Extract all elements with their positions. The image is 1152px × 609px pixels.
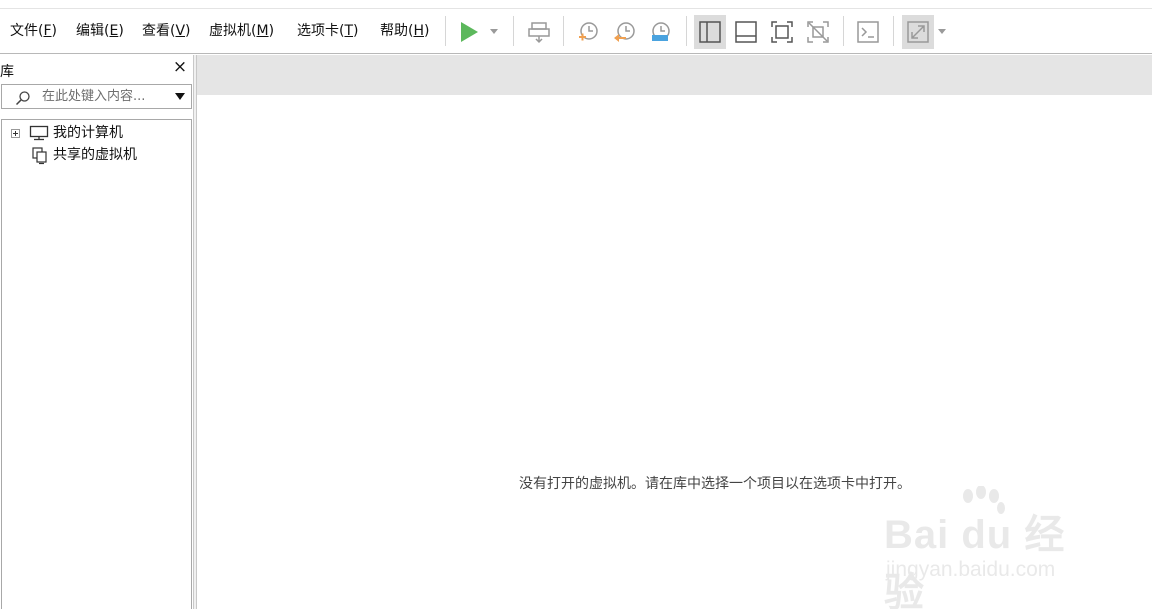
toolbar-separator: [686, 16, 687, 46]
unity-button[interactable]: [802, 15, 834, 49]
menu-toolbar: 文件(F) 编辑(E) 查看(V) 虚拟机(M) 选项卡(T) 帮助(H): [0, 8, 1152, 54]
snapshot-manager-button[interactable]: [644, 15, 676, 49]
menu-tabs[interactable]: 选项卡(T): [297, 20, 359, 42]
power-dropdown-arrow[interactable]: [490, 29, 498, 34]
computer-icon: [29, 125, 49, 141]
tree-item-shared-vms[interactable]: 共享的虚拟机: [2, 145, 191, 165]
toolbar-separator: [563, 16, 564, 46]
toolbar-separator: [445, 16, 446, 46]
tab-strip: [197, 55, 1152, 95]
console-view-icon: [857, 21, 879, 43]
play-icon: [461, 22, 478, 42]
toolbar-separator: [843, 16, 844, 46]
power-on-button[interactable]: [452, 15, 484, 49]
send-ctrl-alt-del-icon: [528, 22, 550, 44]
library-title: 库: [0, 64, 14, 80]
tree-item-label: 共享的虚拟机: [53, 147, 137, 163]
watermark-logo: Bai du 经验 jingyan.baidu.com: [880, 486, 1095, 609]
search-icon: [15, 91, 30, 106]
watermark-url: jingyan.baidu.com: [886, 558, 1056, 581]
stretch-guest-icon: [907, 21, 929, 43]
take-snapshot-button[interactable]: [572, 15, 604, 49]
menu-file[interactable]: 文件(F): [10, 20, 57, 42]
close-icon[interactable]: ×: [172, 58, 188, 76]
empty-state-message: 没有打开的虚拟机。请在库中选择一个项目以在选项卡中打开。: [519, 476, 911, 492]
watermark-brand: Bai du 经验: [884, 513, 1066, 609]
unity-icon: [807, 21, 829, 43]
search-dropdown-arrow[interactable]: [175, 93, 185, 100]
menu-help[interactable]: 帮助(H): [380, 20, 429, 42]
show-thumbnail-bar-button[interactable]: [730, 15, 762, 49]
show-thumbnail-bar-icon: [735, 21, 757, 43]
toolbar-separator: [513, 16, 514, 46]
snapshot-manager-icon: [652, 22, 670, 41]
show-library-button[interactable]: [694, 15, 726, 49]
library-tree: 我的计算机 共享的虚拟机: [1, 119, 192, 609]
library-search-box[interactable]: [1, 84, 192, 109]
library-panel: 库 × 我的计算机 共享的虚拟机: [0, 55, 193, 609]
stretch-guest-button[interactable]: [902, 15, 934, 49]
menu-vm[interactable]: 虚拟机(M): [209, 20, 274, 42]
full-screen-button[interactable]: [766, 15, 798, 49]
send-ctrl-alt-del-button[interactable]: [523, 15, 555, 49]
library-search-input[interactable]: [42, 87, 166, 106]
menu-edit[interactable]: 编辑(E): [76, 20, 124, 42]
snapshot-take-icon: [579, 22, 598, 41]
stretch-dropdown-arrow[interactable]: [938, 29, 946, 34]
snapshot-revert-icon: [614, 22, 635, 42]
revert-snapshot-button[interactable]: [608, 15, 640, 49]
menu-view[interactable]: 查看(V): [142, 20, 191, 42]
show-library-icon: [699, 21, 721, 43]
tree-item-my-computer[interactable]: 我的计算机: [2, 123, 191, 143]
shared-vm-icon: [32, 147, 47, 165]
toolbar-separator: [893, 16, 894, 46]
full-screen-icon: [771, 21, 793, 43]
console-view-button[interactable]: [852, 15, 884, 49]
expand-icon[interactable]: [11, 129, 20, 138]
tree-item-label: 我的计算机: [53, 125, 123, 141]
